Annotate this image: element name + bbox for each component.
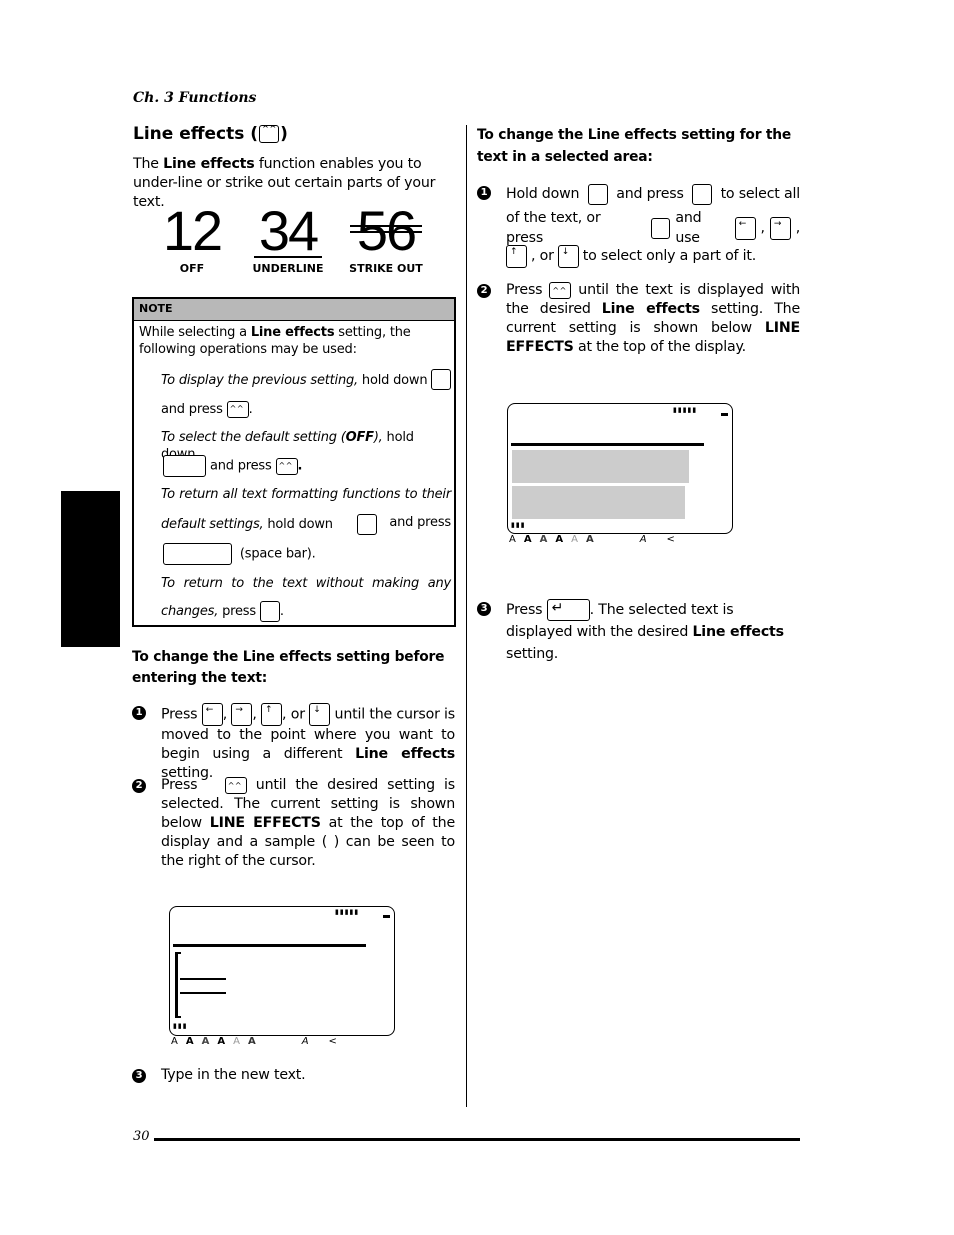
- left-arrow-key-icon: ←: [734, 216, 756, 240]
- enter-key-icon: ↵: [546, 599, 590, 621]
- line-effects-key-icon: [275, 457, 298, 475]
- section-heading-before-entering: To change the Line effects setting befor…: [132, 649, 445, 686]
- sample-off: 12 OFF: [162, 199, 223, 276]
- line-effects-samples: 12 OFF 34 UNDERLINE 56 STRIKE OUT: [156, 200, 426, 280]
- status-mark: [383, 915, 390, 918]
- cancel-key-icon: [259, 601, 280, 622]
- down-arrow-key-icon: ↓: [557, 244, 579, 268]
- strike-mark-1: [350, 225, 422, 227]
- up-arrow-key-icon: ↑: [261, 703, 283, 726]
- left-step-1: 1 Press ←, →, ↑, or ↓ until the cursor i…: [132, 703, 455, 783]
- space-bar-key-icon: [163, 543, 232, 565]
- sample-strike: 56 STRIKE OUT: [349, 199, 423, 276]
- right-step-3: 3 Press ↵. The selected text is displaye…: [477, 599, 800, 665]
- length-indicator: ▮▮▮▮▮: [673, 406, 698, 414]
- length-indicator: ▮▮▮▮▮: [335, 908, 360, 916]
- step-number-badge: 3: [477, 602, 491, 616]
- note-item-previous: To display the previous setting, hold do…: [161, 369, 451, 390]
- note-item-escape: To return to the text without making any: [161, 576, 451, 591]
- note-intro: While selecting a Line effects setting, …: [139, 325, 411, 357]
- note-header: NOTE: [134, 299, 454, 321]
- right-arrow-key-icon: →: [769, 216, 791, 240]
- display-top-rule: [173, 944, 366, 947]
- note-item-reset-2: default settings, hold down and press: [161, 514, 451, 535]
- status-mark: [721, 413, 728, 416]
- down-arrow-key-icon: ↓: [309, 703, 331, 726]
- underline-sample-line-1: [180, 978, 226, 980]
- lcd-display-before-entering: ▮▮▮▮▮ ▮▮▮: [169, 906, 395, 1036]
- up-arrow-key-icon: ↑: [506, 244, 527, 268]
- line-indicator: ▮▮▮: [173, 1022, 188, 1030]
- step-number-badge: 1: [477, 186, 491, 200]
- footer-rule: [154, 1138, 800, 1141]
- right-arrow-key-icon: →: [231, 703, 253, 726]
- line-effects-key-icon: [224, 776, 247, 795]
- code-key-icon: [356, 514, 377, 535]
- chapter-header: Ch. 3 Functions: [133, 90, 257, 106]
- selected-text-highlight-1: [512, 450, 689, 483]
- step-number-badge: 2: [477, 284, 491, 298]
- title-text: Line effects (: [133, 124, 259, 144]
- right-step-1: 1 Hold down and press to select all of t…: [477, 183, 800, 268]
- line-indicator: ▮▮▮: [511, 521, 526, 529]
- cursor-bracket: [175, 952, 178, 1018]
- step-number-badge: 1: [132, 706, 146, 720]
- step-number-badge: 3: [132, 1069, 146, 1083]
- alt-key-icon: [163, 455, 206, 477]
- lcd-style-icons-left: A A A A A A A <: [171, 1036, 337, 1047]
- section-title: Line effects (): [133, 124, 288, 144]
- step-number-badge: 2: [132, 779, 146, 793]
- note-item-escape-2: changes, press .: [161, 601, 284, 622]
- lcd-display-selected-area: ▮▮▮▮▮ ▮▮▮: [507, 403, 733, 534]
- note-box: NOTE While selecting a Line effects sett…: [132, 297, 456, 627]
- left-step-3: 3 Type in the new text.: [132, 1066, 455, 1085]
- column-divider: [466, 125, 467, 1107]
- note-item-previous-2: and press .: [161, 400, 253, 418]
- display-top-rule: [511, 443, 704, 446]
- note-item-reset: To return all text formatting functions …: [161, 487, 451, 502]
- sample-underline: 34 UNDERLINE: [252, 199, 324, 276]
- note-item-reset-3: (space bar).: [163, 543, 316, 565]
- line-effects-key-icon: [226, 400, 249, 418]
- underline-mark: [254, 256, 322, 258]
- lcd-style-icons-right: A A A A A A A <: [509, 534, 675, 545]
- right-step-2: 2 Press until the text is displayed with…: [477, 281, 800, 357]
- code-key-icon: [587, 183, 608, 205]
- code-key-icon: [431, 369, 451, 390]
- selected-text-highlight-2: [512, 486, 685, 519]
- underline-sample-line-2: [180, 992, 226, 994]
- shift-key-icon: [650, 217, 671, 239]
- section-heading-selected-area: To change the Line effects setting for t…: [477, 127, 792, 165]
- line-effects-key-icon: [259, 124, 280, 143]
- line-effects-key-icon: [549, 281, 572, 300]
- chapter-side-tab: [61, 491, 120, 647]
- left-step-2: 2 Press until the desired setting is sel…: [132, 776, 455, 871]
- note-item-default-2: and press .: [163, 455, 302, 477]
- left-arrow-key-icon: ←: [201, 703, 223, 726]
- strike-mark-2: [350, 231, 422, 233]
- a-key-icon: [692, 183, 713, 205]
- page-number: 30: [133, 1129, 150, 1144]
